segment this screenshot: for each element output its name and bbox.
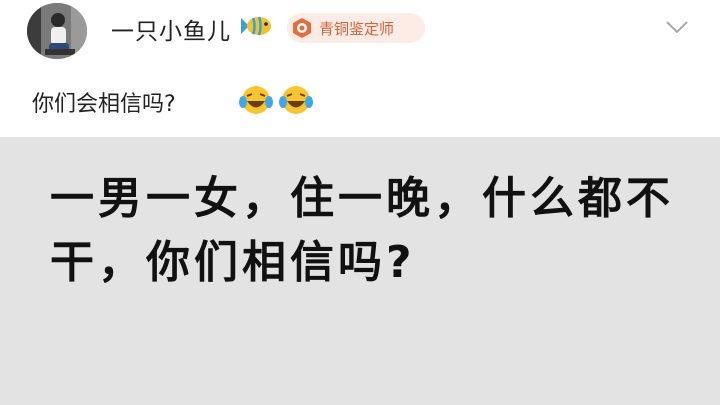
- post-image[interactable]: 一男一女，住一晚，什么都不干，你们相信吗?: [0, 137, 720, 405]
- fish-icon: [241, 16, 271, 36]
- post-text: 你们会相信吗?: [32, 92, 176, 117]
- badge-label: 青铜鉴定师: [319, 20, 395, 38]
- avatar-image: [27, 3, 87, 59]
- emoji-row: [238, 82, 322, 118]
- post-header: 一只小鱼儿 青铜鉴定师: [0, 0, 720, 62]
- avatar[interactable]: [27, 3, 87, 59]
- badge[interactable]: 青铜鉴定师: [287, 13, 425, 43]
- laughing-tears-emoji-icon: [279, 86, 313, 114]
- chevron-down-icon[interactable]: [664, 18, 690, 36]
- laughing-tears-emoji-icon: [239, 86, 273, 114]
- image-caption: 一男一女，住一晚，什么都不干，你们相信吗?: [50, 173, 674, 288]
- username[interactable]: 一只小鱼儿: [111, 12, 231, 46]
- bronze-medal-icon: [293, 18, 311, 38]
